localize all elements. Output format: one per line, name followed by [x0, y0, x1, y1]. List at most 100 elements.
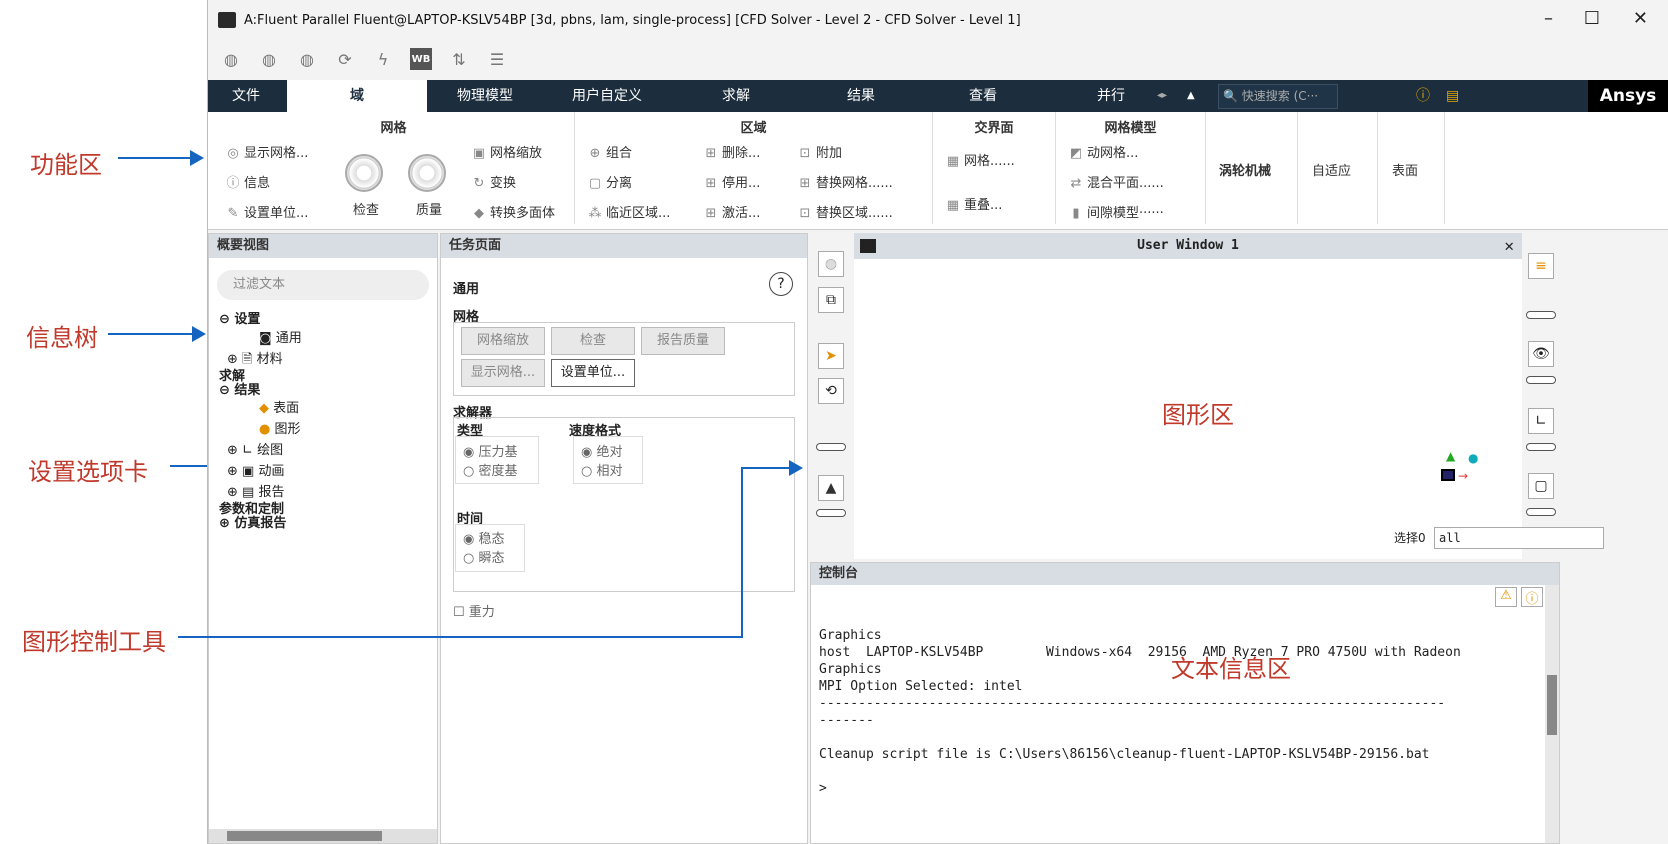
- surface-label[interactable]: 表面: [1392, 160, 1418, 179]
- pressure-based-radio[interactable]: ◉ 压力基: [463, 441, 518, 460]
- tab-user-defined[interactable]: 用户自定义: [562, 80, 712, 112]
- tree-item-animations[interactable]: ⊕ ▣ 动画: [219, 461, 437, 482]
- tab-solution[interactable]: 求解: [712, 80, 837, 112]
- tab-file[interactable]: 文件: [222, 80, 287, 112]
- tree-item-setup[interactable]: ⊖ 设置: [219, 312, 437, 328]
- tree-item-plots[interactable]: ⊕ ∟ 绘图: [219, 440, 437, 461]
- display-mesh-button[interactable]: 显示网格...: [461, 359, 545, 387]
- tree-item-solution[interactable]: 求解: [219, 370, 437, 384]
- info-icon[interactable]: ⓘ: [1521, 587, 1543, 607]
- view-icon[interactable]: 👁: [1528, 341, 1554, 367]
- ribbon-group-adapt[interactable]: 自适应: [1298, 112, 1378, 224]
- graphics-area[interactable]: User Window 1 ✕ 图形区 ▲ → ● 选择0 all: [854, 233, 1604, 559]
- gap-model-button[interactable]: ▮ 间隙模型······: [1068, 202, 1163, 221]
- ribbon-group-turbo[interactable]: 涡轮机械: [1206, 112, 1298, 224]
- steady-radio[interactable]: ◉ 稳态: [463, 528, 505, 547]
- help-icon[interactable]: ?: [769, 272, 793, 296]
- tree-item-materials[interactable]: ⊕ 🗎 材料: [219, 349, 437, 370]
- absolute-radio[interactable]: ◉ 绝对: [581, 441, 623, 460]
- parallel-icon[interactable]: ⇅: [448, 48, 470, 70]
- warning-icon[interactable]: ⚠: [1495, 587, 1517, 607]
- tree-item-parameters[interactable]: 参数和定制: [219, 503, 437, 517]
- maximize-button[interactable]: ☐: [1584, 8, 1600, 29]
- collapse-handle[interactable]: [816, 443, 846, 451]
- collapse-handle[interactable]: [1526, 443, 1556, 451]
- read-case-icon[interactable]: ◍: [220, 48, 242, 70]
- tab-scroll-icon[interactable]: ◂▸: [1147, 80, 1177, 112]
- check-button[interactable]: 检查: [353, 199, 379, 218]
- collapse-ribbon-icon[interactable]: ▲: [1177, 80, 1205, 112]
- scroll-thumb[interactable]: [227, 831, 382, 841]
- display-icon[interactable]: ◍: [818, 251, 844, 277]
- read-data-icon[interactable]: ◍: [258, 48, 280, 70]
- close-window-icon[interactable]: ✕: [1504, 233, 1514, 259]
- tree-item-graphics[interactable]: ● 图形: [219, 419, 437, 440]
- refresh-icon[interactable]: ⟳: [334, 48, 356, 70]
- gravity-checkbox[interactable]: ☐ 重力: [453, 601, 495, 620]
- mesh-scale-button[interactable]: ▣ 网格缩放: [471, 142, 542, 161]
- dynamic-mesh-button[interactable]: ◩ 动网格...: [1068, 142, 1139, 161]
- tree-item-reports[interactable]: ⊕ ▤ 报告: [219, 482, 437, 503]
- report-quality-button[interactable]: 报告质量: [641, 327, 725, 355]
- mode-icon[interactable]: ☰: [486, 48, 508, 70]
- lightning-icon[interactable]: ϟ: [372, 48, 394, 70]
- tab-physics[interactable]: 物理模型: [447, 80, 562, 112]
- check-icon[interactable]: [345, 154, 383, 192]
- graphics-options-icon[interactable]: ▲: [818, 475, 844, 501]
- transform-button[interactable]: ↻ 变换: [471, 172, 516, 191]
- overlap-button[interactable]: ▦ 重叠...: [945, 194, 1003, 213]
- tree-item-sim-report[interactable]: ⊕ 仿真报告: [219, 517, 437, 531]
- collapse-handle[interactable]: [1526, 311, 1556, 319]
- quality-icon[interactable]: [408, 154, 446, 192]
- check-button[interactable]: 检查: [551, 327, 635, 355]
- info-button[interactable]: ⓘ 信息: [225, 172, 270, 191]
- collapse-handle[interactable]: [1526, 376, 1556, 384]
- set-units-button[interactable]: 设置单位...: [551, 359, 635, 387]
- delete-button[interactable]: ⊞ 删除...: [703, 142, 761, 161]
- layers-icon[interactable]: ≡: [1528, 253, 1554, 279]
- separate-button[interactable]: ▢ 分离: [587, 172, 632, 191]
- outline-scrollbar[interactable]: [209, 829, 437, 843]
- transient-radio[interactable]: ○ 瞬态: [463, 547, 505, 566]
- scroll-thumb[interactable]: [1547, 675, 1557, 735]
- tree-item-general[interactable]: ◙ 通用: [219, 328, 437, 349]
- tab-parallel[interactable]: 并行: [1087, 80, 1147, 112]
- ribbon-group-surface[interactable]: 表面: [1378, 112, 1445, 224]
- tree-item-surfaces[interactable]: ◆ 表面: [219, 398, 437, 419]
- display-mesh-button[interactable]: ◎ 显示网格...: [225, 142, 308, 161]
- adjacency-button[interactable]: ⁂ 临近区域...: [587, 202, 671, 221]
- help-icon[interactable]: ⓘ: [1406, 80, 1440, 112]
- rotate-icon[interactable]: ⟲: [818, 378, 844, 404]
- copy-view-icon[interactable]: ⧉: [818, 287, 844, 313]
- console-output[interactable]: Graphics host LAPTOP-KSLV54BP Windows-x64…: [819, 593, 1461, 831]
- pointer-icon[interactable]: ➤: [818, 343, 844, 369]
- close-button[interactable]: ✕: [1633, 8, 1648, 29]
- write-case-icon[interactable]: ◍: [296, 48, 318, 70]
- combine-button[interactable]: ⊕ 组合: [587, 142, 632, 161]
- deactivate-button[interactable]: ⊞ 停用...: [703, 172, 761, 191]
- mixing-plane-button[interactable]: ⇄ 混合平面......: [1068, 172, 1164, 191]
- console-scrollbar[interactable]: [1545, 585, 1559, 843]
- notes-icon[interactable]: ▤: [1436, 80, 1469, 112]
- activate-button[interactable]: ⊞ 激活...: [703, 202, 761, 221]
- axes-icon[interactable]: ∟: [1528, 408, 1554, 434]
- collapse-handle[interactable]: [1526, 508, 1556, 516]
- turbo-label[interactable]: 涡轮机械: [1219, 160, 1271, 179]
- interface-mesh-button[interactable]: ▦ 网格......: [945, 150, 1015, 169]
- density-based-radio[interactable]: ○ 密度基: [463, 460, 518, 479]
- convert-polyhedra-button[interactable]: ◆ 转换多面体: [471, 202, 555, 221]
- quality-button[interactable]: 质量: [416, 199, 442, 218]
- replace-zone-button[interactable]: ⊡ 替换区域......: [797, 202, 893, 221]
- adapt-label[interactable]: 自适应: [1312, 160, 1351, 179]
- tab-view[interactable]: 查看: [959, 80, 1087, 112]
- set-units-button[interactable]: ✎ 设置单位...: [225, 202, 309, 221]
- replace-mesh-button[interactable]: ⊞ 替换网格......: [797, 172, 893, 191]
- select-dropdown[interactable]: all: [1434, 527, 1604, 549]
- workbench-icon[interactable]: WB: [410, 48, 432, 70]
- tab-domain[interactable]: 域: [287, 80, 427, 112]
- tab-results[interactable]: 结果: [837, 80, 959, 112]
- quick-search-input[interactable]: 🔍 快速搜索 (C···: [1218, 84, 1338, 109]
- frame-icon[interactable]: ▢: [1528, 473, 1554, 499]
- append-button[interactable]: ⊡ 附加: [797, 142, 842, 161]
- collapse-handle[interactable]: [816, 509, 846, 517]
